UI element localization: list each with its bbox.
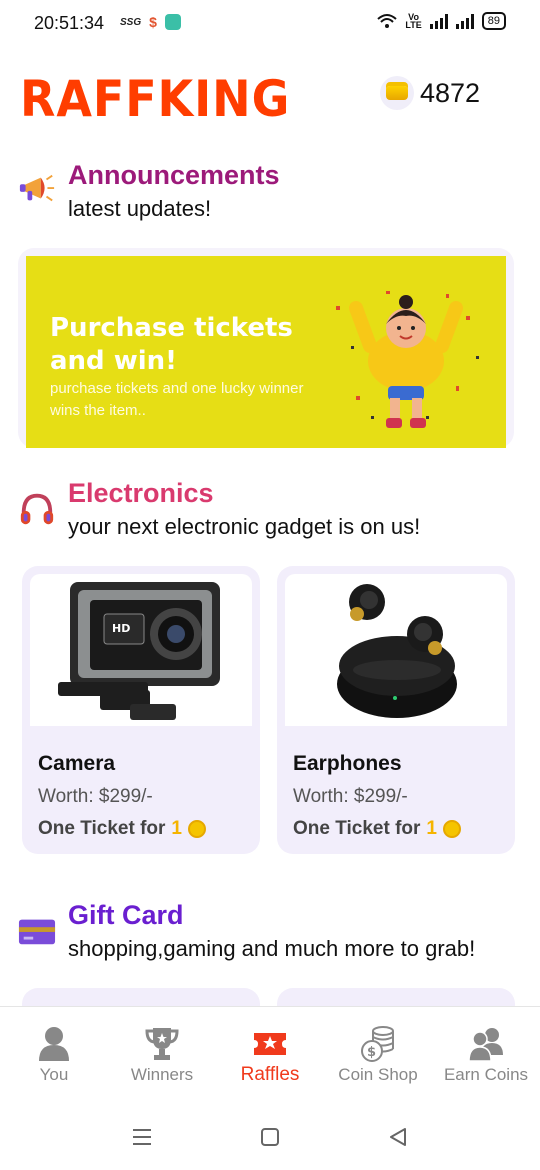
ticket-price: One Ticket for 1	[38, 818, 206, 840]
earbuds-icon	[337, 584, 457, 718]
signal-icon	[429, 13, 448, 29]
section-subtitle: shopping,gaming and much more to grab!	[68, 936, 476, 961]
ssg-icon: SSG	[120, 16, 142, 28]
nav-you[interactable]: You	[0, 1007, 108, 1103]
system-navigation-bar	[0, 1102, 540, 1170]
credit-card-icon	[18, 919, 56, 945]
trophy-icon	[145, 1028, 179, 1060]
app-header: RAFFKING 4872	[0, 56, 540, 136]
nav-label: Coin Shop	[338, 1065, 418, 1084]
coin-balance: 4872	[420, 78, 481, 108]
coin-icon[interactable]	[380, 76, 414, 110]
chat-icon	[164, 14, 181, 30]
user-icon	[39, 1027, 69, 1061]
volte-icon: Vo LTE	[405, 12, 422, 30]
section-title: Gift Card	[68, 900, 184, 930]
coin-icon	[187, 820, 206, 838]
product-card-earphones[interactable]: Earphones Worth: $299/- One Ticket for 1	[277, 566, 515, 854]
status-right: Vo LTE 89	[377, 12, 506, 30]
users-icon	[468, 1028, 503, 1062]
ticket-star-icon	[254, 1033, 286, 1055]
coin-icon	[442, 820, 461, 838]
banner-title: Purchase tickets and win!	[50, 313, 293, 376]
section-title: Announcements	[68, 160, 280, 190]
nav-label: Winners	[130, 1065, 194, 1084]
nav-label: Raffles	[240, 1064, 300, 1085]
status-time: 20:51:34	[34, 13, 105, 33]
section-subtitle: latest updates!	[68, 196, 212, 221]
wifi-icon	[377, 14, 398, 28]
celebrating-person-icon	[336, 291, 479, 428]
nav-label: You	[39, 1065, 69, 1084]
product-image: HD	[30, 574, 252, 726]
home-icon[interactable]	[258, 1126, 282, 1148]
svg-text:$: $	[367, 1045, 376, 1060]
megaphone-icon	[19, 174, 55, 202]
coin-stack-icon: $	[361, 1026, 394, 1062]
nav-coin-shop[interactable]: $ Coin Shop	[324, 1007, 432, 1103]
bottom-navigation: You Winners Raffles $ Coin Shop Earn Coi…	[0, 1006, 540, 1103]
nav-earn-coins[interactable]: Earn Coins	[432, 1007, 540, 1103]
product-image	[285, 574, 507, 726]
nav-raffles[interactable]: Raffles	[216, 1007, 324, 1103]
product-name: Camera	[38, 752, 116, 775]
product-worth: Worth: $299/-	[38, 786, 153, 807]
nav-label: Earn Coins	[443, 1065, 529, 1084]
action-camera-icon: HD	[58, 582, 220, 720]
back-icon[interactable]	[386, 1126, 410, 1148]
ticket-price: One Ticket for 1	[293, 818, 461, 840]
app-logo: RAFFKING	[20, 70, 291, 128]
section-subtitle: your next electronic gadget is on us!	[68, 514, 421, 539]
signal-icon-2	[455, 13, 474, 29]
announcement-banner-card[interactable]: Purchase tickets and win! purchase ticke…	[18, 248, 514, 448]
announcement-banner: Purchase tickets and win! purchase ticke…	[26, 256, 506, 448]
notification-icons: SSG $	[120, 14, 181, 30]
status-bar: 20:51:34 SSG $ Vo LTE 89	[0, 0, 540, 48]
headphones-icon	[20, 493, 54, 525]
product-worth: Worth: $299/-	[293, 786, 408, 807]
section-title: Electronics	[68, 478, 214, 508]
ticket-count: 1	[171, 818, 182, 839]
dollar-icon: $	[149, 14, 157, 30]
menu-icon[interactable]	[130, 1126, 154, 1148]
banner-subtitle: purchase tickets and one lucky winner wi…	[50, 380, 304, 419]
product-card-camera[interactable]: HD Camera Worth: $299/- One Ticket for 1	[22, 566, 260, 854]
nav-winners[interactable]: Winners	[108, 1007, 216, 1103]
product-name: Earphones	[293, 752, 402, 775]
svg-text:HD: HD	[112, 622, 130, 635]
battery-icon: 89	[481, 12, 506, 30]
ticket-count: 1	[426, 818, 437, 839]
